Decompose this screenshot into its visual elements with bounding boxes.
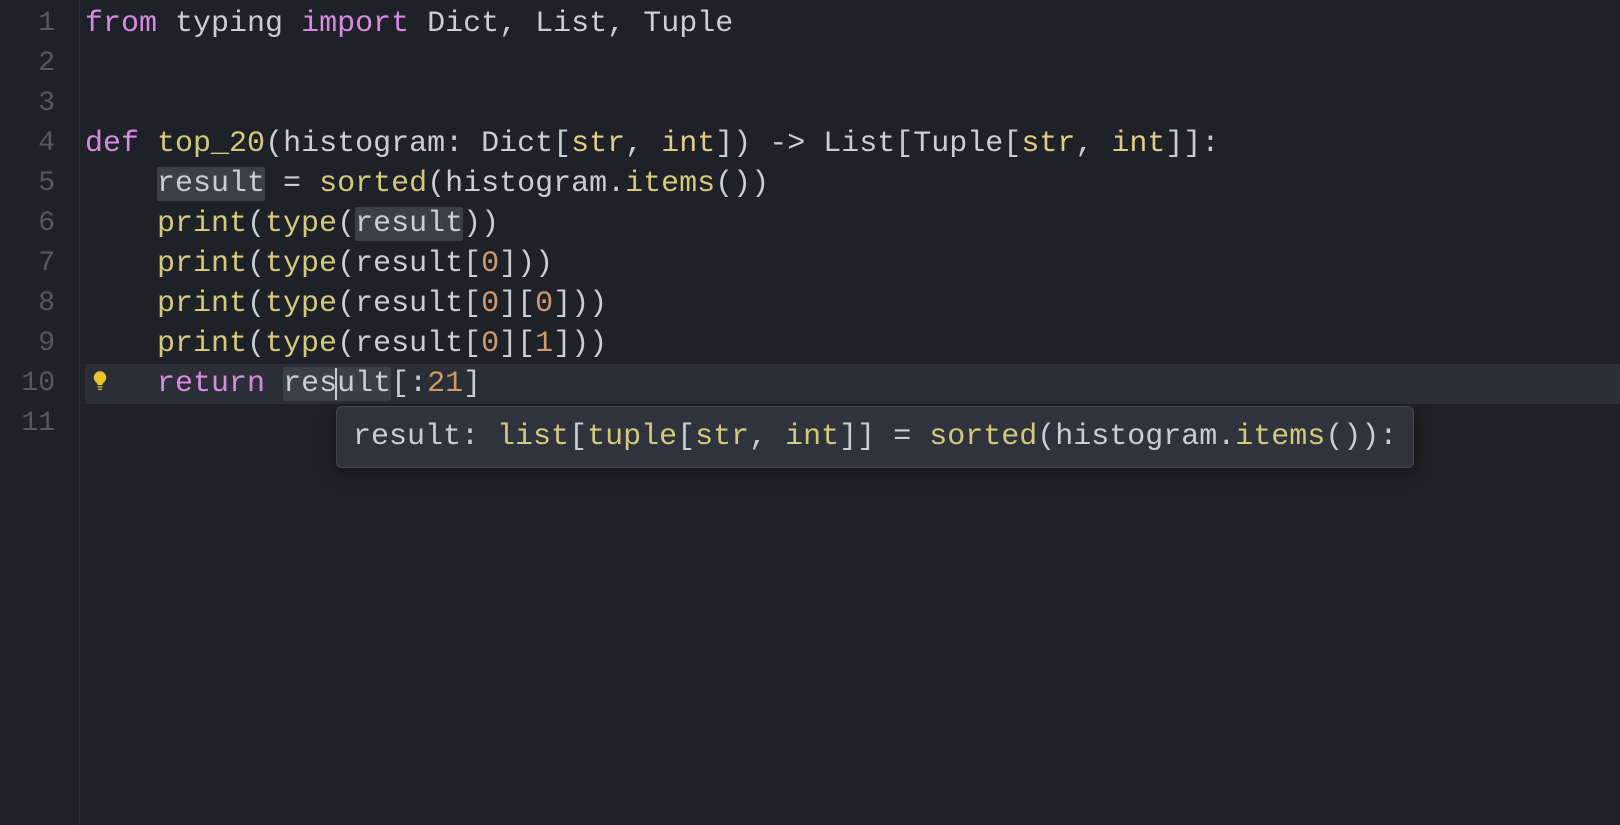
tooltip-variable: result [353, 420, 461, 454]
code-line[interactable]: result = sorted(histogram.items()) [85, 164, 1620, 204]
line-number: 6 [0, 204, 79, 244]
builtin-print: print [157, 327, 247, 361]
builtin-type: type [265, 247, 337, 281]
lightbulb-icon[interactable] [90, 370, 110, 390]
type-annotation: List [823, 127, 895, 161]
type-annotation: Dict [481, 127, 553, 161]
line-number: 1 [0, 4, 79, 44]
tooltip-call: sorted [929, 420, 1037, 454]
parameter: histogram [283, 127, 445, 161]
line-number-gutter: 1 2 3 4 5 6 7 8 9 10 11 [0, 0, 80, 825]
code-editor[interactable]: 1 2 3 4 5 6 7 8 9 10 11 from typing impo… [0, 0, 1620, 825]
method-items: items [625, 167, 715, 201]
tooltip-call: items [1235, 420, 1325, 454]
code-line-current[interactable]: return result[:21] [85, 364, 1620, 404]
number-literal: 0 [481, 287, 499, 321]
builtin-type: type [265, 327, 337, 361]
tooltip-variable: histogram [1055, 420, 1217, 454]
code-line[interactable] [85, 84, 1620, 124]
tooltip-type: list [497, 420, 569, 454]
import-name: Tuple [643, 7, 733, 41]
import-name: List [535, 7, 607, 41]
line-number: 2 [0, 44, 79, 84]
keyword-from: from [85, 7, 157, 41]
line-number: 5 [0, 164, 79, 204]
variable-result: result [355, 207, 463, 241]
line-number: 7 [0, 244, 79, 284]
code-line[interactable]: print(type(result[0][1])) [85, 324, 1620, 364]
code-line[interactable]: print(type(result[0])) [85, 244, 1620, 284]
code-line[interactable]: def top_20(histogram: Dict[str, int]) ->… [85, 124, 1620, 164]
type-str: str [571, 127, 625, 161]
variable-result: result [157, 167, 265, 201]
variable-result: result [355, 287, 463, 321]
number-literal: 21 [427, 367, 463, 401]
tooltip-type: str [695, 420, 749, 454]
line-number: 4 [0, 124, 79, 164]
number-literal: 1 [535, 327, 553, 361]
line-number: 9 [0, 324, 79, 364]
module-name: typing [175, 7, 283, 41]
type-str: str [1021, 127, 1075, 161]
code-line[interactable]: from typing import Dict, List, Tuple [85, 4, 1620, 44]
builtin-print: print [157, 247, 247, 281]
import-name: Dict [427, 7, 499, 41]
text-cursor [335, 368, 337, 400]
type-hover-tooltip: result: list[tuple[str, int]] = sorted(h… [336, 406, 1414, 468]
code-line[interactable] [85, 44, 1620, 84]
type-int: int [1111, 127, 1165, 161]
variable-result: result [355, 247, 463, 281]
function-name: top_20 [157, 127, 265, 161]
keyword-import: import [301, 7, 409, 41]
variable-result: result [283, 367, 391, 401]
type-annotation: Tuple [913, 127, 1003, 161]
variable-result: result [355, 327, 463, 361]
tooltip-type: tuple [587, 420, 677, 454]
line-number: 3 [0, 84, 79, 124]
code-line[interactable]: print(type(result[0][0])) [85, 284, 1620, 324]
keyword-def: def [85, 127, 139, 161]
number-literal: 0 [481, 247, 499, 281]
line-number: 8 [0, 284, 79, 324]
tooltip-type: int [785, 420, 839, 454]
code-line[interactable]: print(type(result)) [85, 204, 1620, 244]
builtin-type: type [265, 287, 337, 321]
number-literal: 0 [535, 287, 553, 321]
builtin-print: print [157, 287, 247, 321]
builtin-print: print [157, 207, 247, 241]
line-number: 11 [0, 404, 79, 444]
builtin-sorted: sorted [319, 167, 427, 201]
line-number: 10 [0, 364, 79, 404]
variable: histogram [445, 167, 607, 201]
type-int: int [661, 127, 715, 161]
keyword-return: return [157, 367, 265, 401]
number-literal: 0 [481, 327, 499, 361]
builtin-type: type [265, 207, 337, 241]
